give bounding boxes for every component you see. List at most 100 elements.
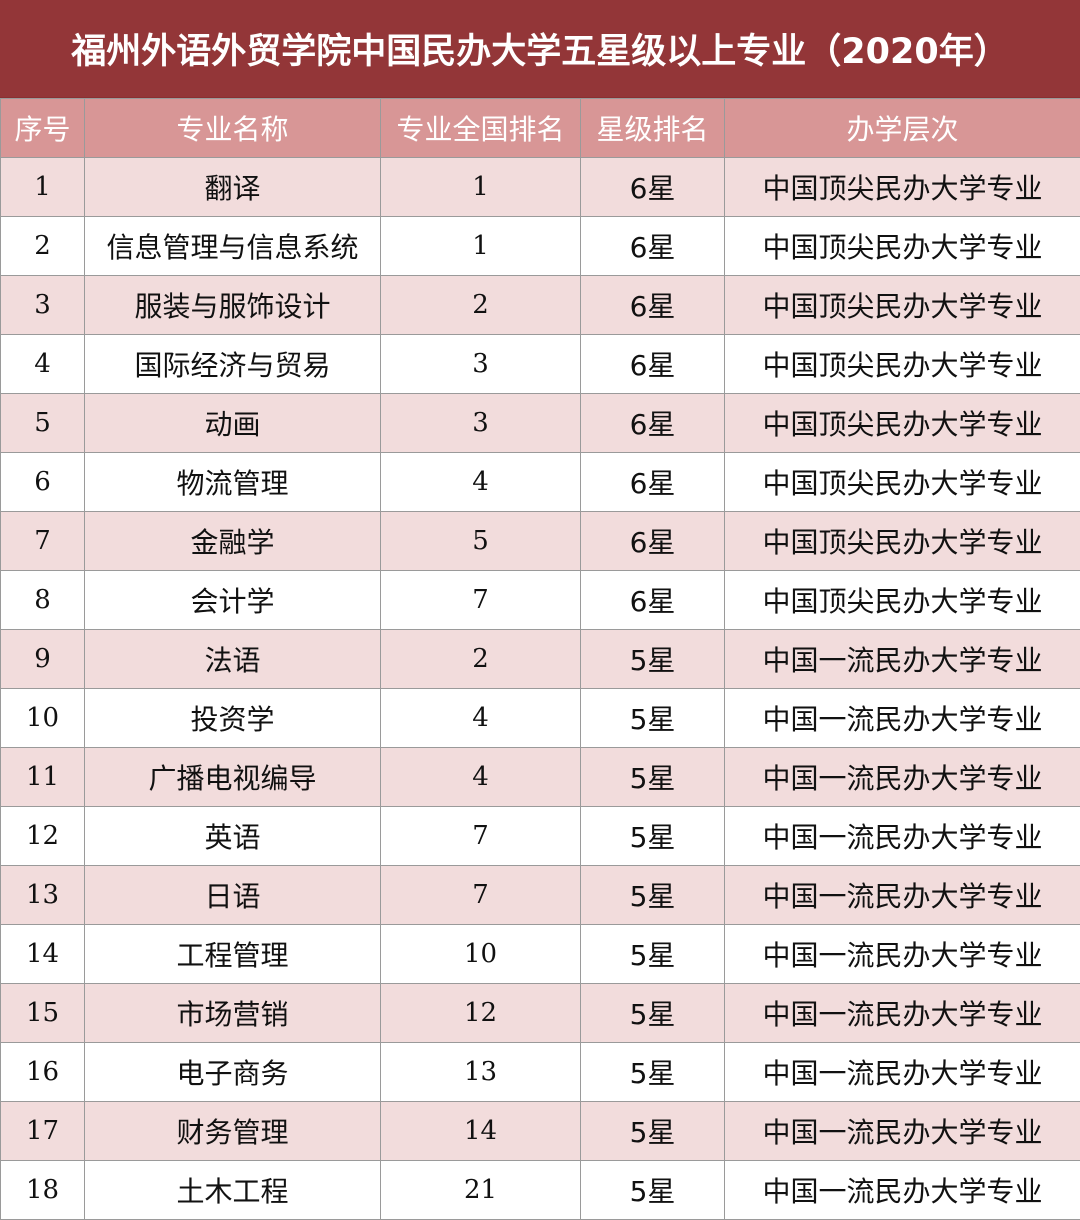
- row-level-cell: 中国顶尖民办大学专业: [724, 275, 1080, 335]
- row-star-cell: 6星: [580, 216, 725, 276]
- row-level-cell: 中国一流民办大学专业: [724, 1160, 1080, 1220]
- row-major-cell: 电子商务: [84, 1042, 381, 1102]
- table-row: 6 物流管理 4 6星 中国顶尖民办大学专业: [0, 452, 1080, 512]
- row-index-cell: 16: [0, 1042, 85, 1102]
- row-rank-cell: 14: [380, 1101, 581, 1161]
- row-rank-cell: 12: [380, 983, 581, 1043]
- row-star-cell: 6星: [580, 157, 725, 217]
- row-level-cell: 中国一流民办大学专业: [724, 983, 1080, 1043]
- row-star-cell: 5星: [580, 1042, 725, 1102]
- ranking-sheet: 福州外语外贸学院中国民办大学五星级以上专业（2020年） 序号 专业名称 专业全…: [0, 0, 1080, 1220]
- row-major-cell: 日语: [84, 865, 381, 925]
- row-star-cell: 5星: [580, 1160, 725, 1220]
- row-rank-cell: 4: [380, 688, 581, 748]
- row-major-cell: 翻译: [84, 157, 381, 217]
- row-rank-cell: 4: [380, 747, 581, 807]
- row-rank-cell: 3: [380, 393, 581, 453]
- row-rank-cell: 10: [380, 924, 581, 984]
- row-index-cell: 14: [0, 924, 85, 984]
- row-level-cell: 中国顶尖民办大学专业: [724, 452, 1080, 512]
- row-index-cell: 18: [0, 1160, 85, 1220]
- row-rank-cell: 13: [380, 1042, 581, 1102]
- row-major-cell: 法语: [84, 629, 381, 689]
- row-major-cell: 土木工程: [84, 1160, 381, 1220]
- row-rank-cell: 2: [380, 275, 581, 335]
- row-level-cell: 中国一流民办大学专业: [724, 865, 1080, 925]
- header-index: 序号: [0, 98, 85, 158]
- row-level-cell: 中国顶尖民办大学专业: [724, 393, 1080, 453]
- row-level-cell: 中国一流民办大学专业: [724, 629, 1080, 689]
- row-major-cell: 信息管理与信息系统: [84, 216, 381, 276]
- row-index-cell: 8: [0, 570, 85, 630]
- row-rank-cell: 2: [380, 629, 581, 689]
- row-level-cell: 中国一流民办大学专业: [724, 688, 1080, 748]
- row-index-cell: 17: [0, 1101, 85, 1161]
- row-rank-cell: 5: [380, 511, 581, 571]
- row-level-cell: 中国顶尖民办大学专业: [724, 157, 1080, 217]
- row-rank-cell: 21: [380, 1160, 581, 1220]
- row-rank-cell: 1: [380, 157, 581, 217]
- header-level: 办学层次: [724, 98, 1080, 158]
- row-major-cell: 投资学: [84, 688, 381, 748]
- row-star-cell: 5星: [580, 747, 725, 807]
- row-star-cell: 6星: [580, 452, 725, 512]
- table-row: 9 法语 2 5星 中国一流民办大学专业: [0, 629, 1080, 689]
- row-index-cell: 4: [0, 334, 85, 394]
- table-row: 11 广播电视编导 4 5星 中国一流民办大学专业: [0, 747, 1080, 807]
- row-index-cell: 6: [0, 452, 85, 512]
- row-major-cell: 物流管理: [84, 452, 381, 512]
- row-index-cell: 15: [0, 983, 85, 1043]
- row-level-cell: 中国一流民办大学专业: [724, 924, 1080, 984]
- row-rank-cell: 7: [380, 865, 581, 925]
- row-star-cell: 5星: [580, 1101, 725, 1161]
- row-major-cell: 广播电视编导: [84, 747, 381, 807]
- row-index-cell: 9: [0, 629, 85, 689]
- table-row: 15 市场营销 12 5星 中国一流民办大学专业: [0, 983, 1080, 1043]
- row-star-cell: 5星: [580, 865, 725, 925]
- row-major-cell: 动画: [84, 393, 381, 453]
- row-rank-cell: 7: [380, 570, 581, 630]
- row-star-cell: 5星: [580, 629, 725, 689]
- table-row: 2 信息管理与信息系统 1 6星 中国顶尖民办大学专业: [0, 216, 1080, 276]
- row-star-cell: 5星: [580, 688, 725, 748]
- row-major-cell: 国际经济与贸易: [84, 334, 381, 394]
- table-row: 5 动画 3 6星 中国顶尖民办大学专业: [0, 393, 1080, 453]
- table-row: 4 国际经济与贸易 3 6星 中国顶尖民办大学专业: [0, 334, 1080, 394]
- row-index-cell: 7: [0, 511, 85, 571]
- row-major-cell: 服装与服饰设计: [84, 275, 381, 335]
- table-row: 8 会计学 7 6星 中国顶尖民办大学专业: [0, 570, 1080, 630]
- row-index-cell: 11: [0, 747, 85, 807]
- table-row: 13 日语 7 5星 中国一流民办大学专业: [0, 865, 1080, 925]
- row-index-cell: 2: [0, 216, 85, 276]
- row-index-cell: 1: [0, 157, 85, 217]
- row-level-cell: 中国一流民办大学专业: [724, 1042, 1080, 1102]
- row-star-cell: 6星: [580, 511, 725, 571]
- row-major-cell: 工程管理: [84, 924, 381, 984]
- row-major-cell: 英语: [84, 806, 381, 866]
- row-level-cell: 中国一流民办大学专业: [724, 1101, 1080, 1161]
- header-star-rank: 星级排名: [580, 98, 725, 158]
- row-star-cell: 5星: [580, 983, 725, 1043]
- row-star-cell: 6星: [580, 275, 725, 335]
- table-row: 1 翻译 1 6星 中国顶尖民办大学专业: [0, 157, 1080, 217]
- header-major-name: 专业名称: [84, 98, 381, 158]
- row-star-cell: 5星: [580, 806, 725, 866]
- row-star-cell: 5星: [580, 924, 725, 984]
- row-rank-cell: 1: [380, 216, 581, 276]
- table-header-row: 序号 专业名称 专业全国排名 星级排名 办学层次: [0, 98, 1080, 158]
- header-national-rank: 专业全国排名: [380, 98, 581, 158]
- table-row: 17 财务管理 14 5星 中国一流民办大学专业: [0, 1101, 1080, 1161]
- table-row: 12 英语 7 5星 中国一流民办大学专业: [0, 806, 1080, 866]
- table-row: 16 电子商务 13 5星 中国一流民办大学专业: [0, 1042, 1080, 1102]
- table-body: 1 翻译 1 6星 中国顶尖民办大学专业 2 信息管理与信息系统 1 6星 中国顶尖民办大学专业 3…: [0, 157, 1080, 1220]
- row-rank-cell: 4: [380, 452, 581, 512]
- row-major-cell: 会计学: [84, 570, 381, 630]
- row-level-cell: 中国顶尖民办大学专业: [724, 570, 1080, 630]
- row-index-cell: 3: [0, 275, 85, 335]
- row-index-cell: 10: [0, 688, 85, 748]
- row-level-cell: 中国顶尖民办大学专业: [724, 511, 1080, 571]
- row-level-cell: 中国一流民办大学专业: [724, 747, 1080, 807]
- row-level-cell: 中国顶尖民办大学专业: [724, 334, 1080, 394]
- row-level-cell: 中国一流民办大学专业: [724, 806, 1080, 866]
- table-row: 3 服装与服饰设计 2 6星 中国顶尖民办大学专业: [0, 275, 1080, 335]
